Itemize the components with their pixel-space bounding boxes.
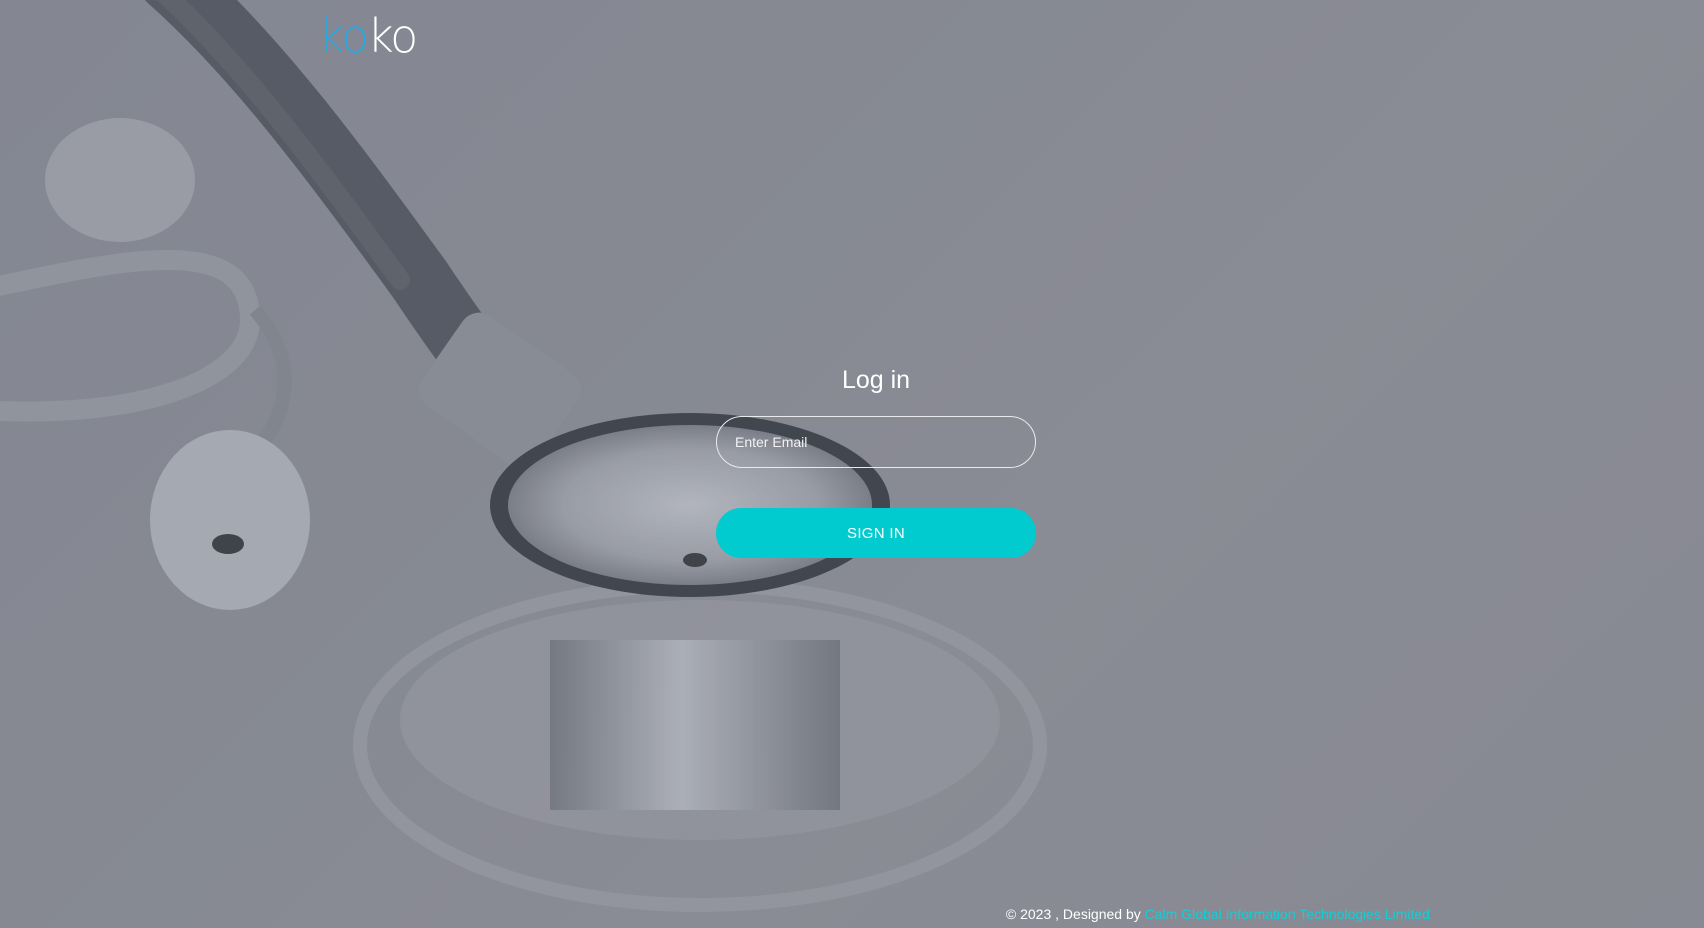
copyright-text: © 2023 , Designed by bbox=[1005, 906, 1141, 922]
sign-in-button[interactable]: SIGN IN bbox=[716, 508, 1036, 558]
login-form: Log in SIGN IN bbox=[716, 360, 1036, 558]
company-link[interactable]: Calm Global Information Technologies Lim… bbox=[1145, 906, 1430, 922]
email-input[interactable] bbox=[716, 416, 1036, 468]
logo-part-ko-blue: ko bbox=[318, 9, 369, 63]
footer: © 2023 , Designed by Calm Global Informa… bbox=[1006, 906, 1430, 922]
login-page: koko Log in SIGN IN © 2023 , Designed by… bbox=[0, 0, 1704, 928]
login-title: Log in bbox=[841, 366, 911, 394]
logo-part-ko-white: ko bbox=[367, 9, 418, 63]
koko-logo[interactable]: koko bbox=[318, 8, 418, 64]
